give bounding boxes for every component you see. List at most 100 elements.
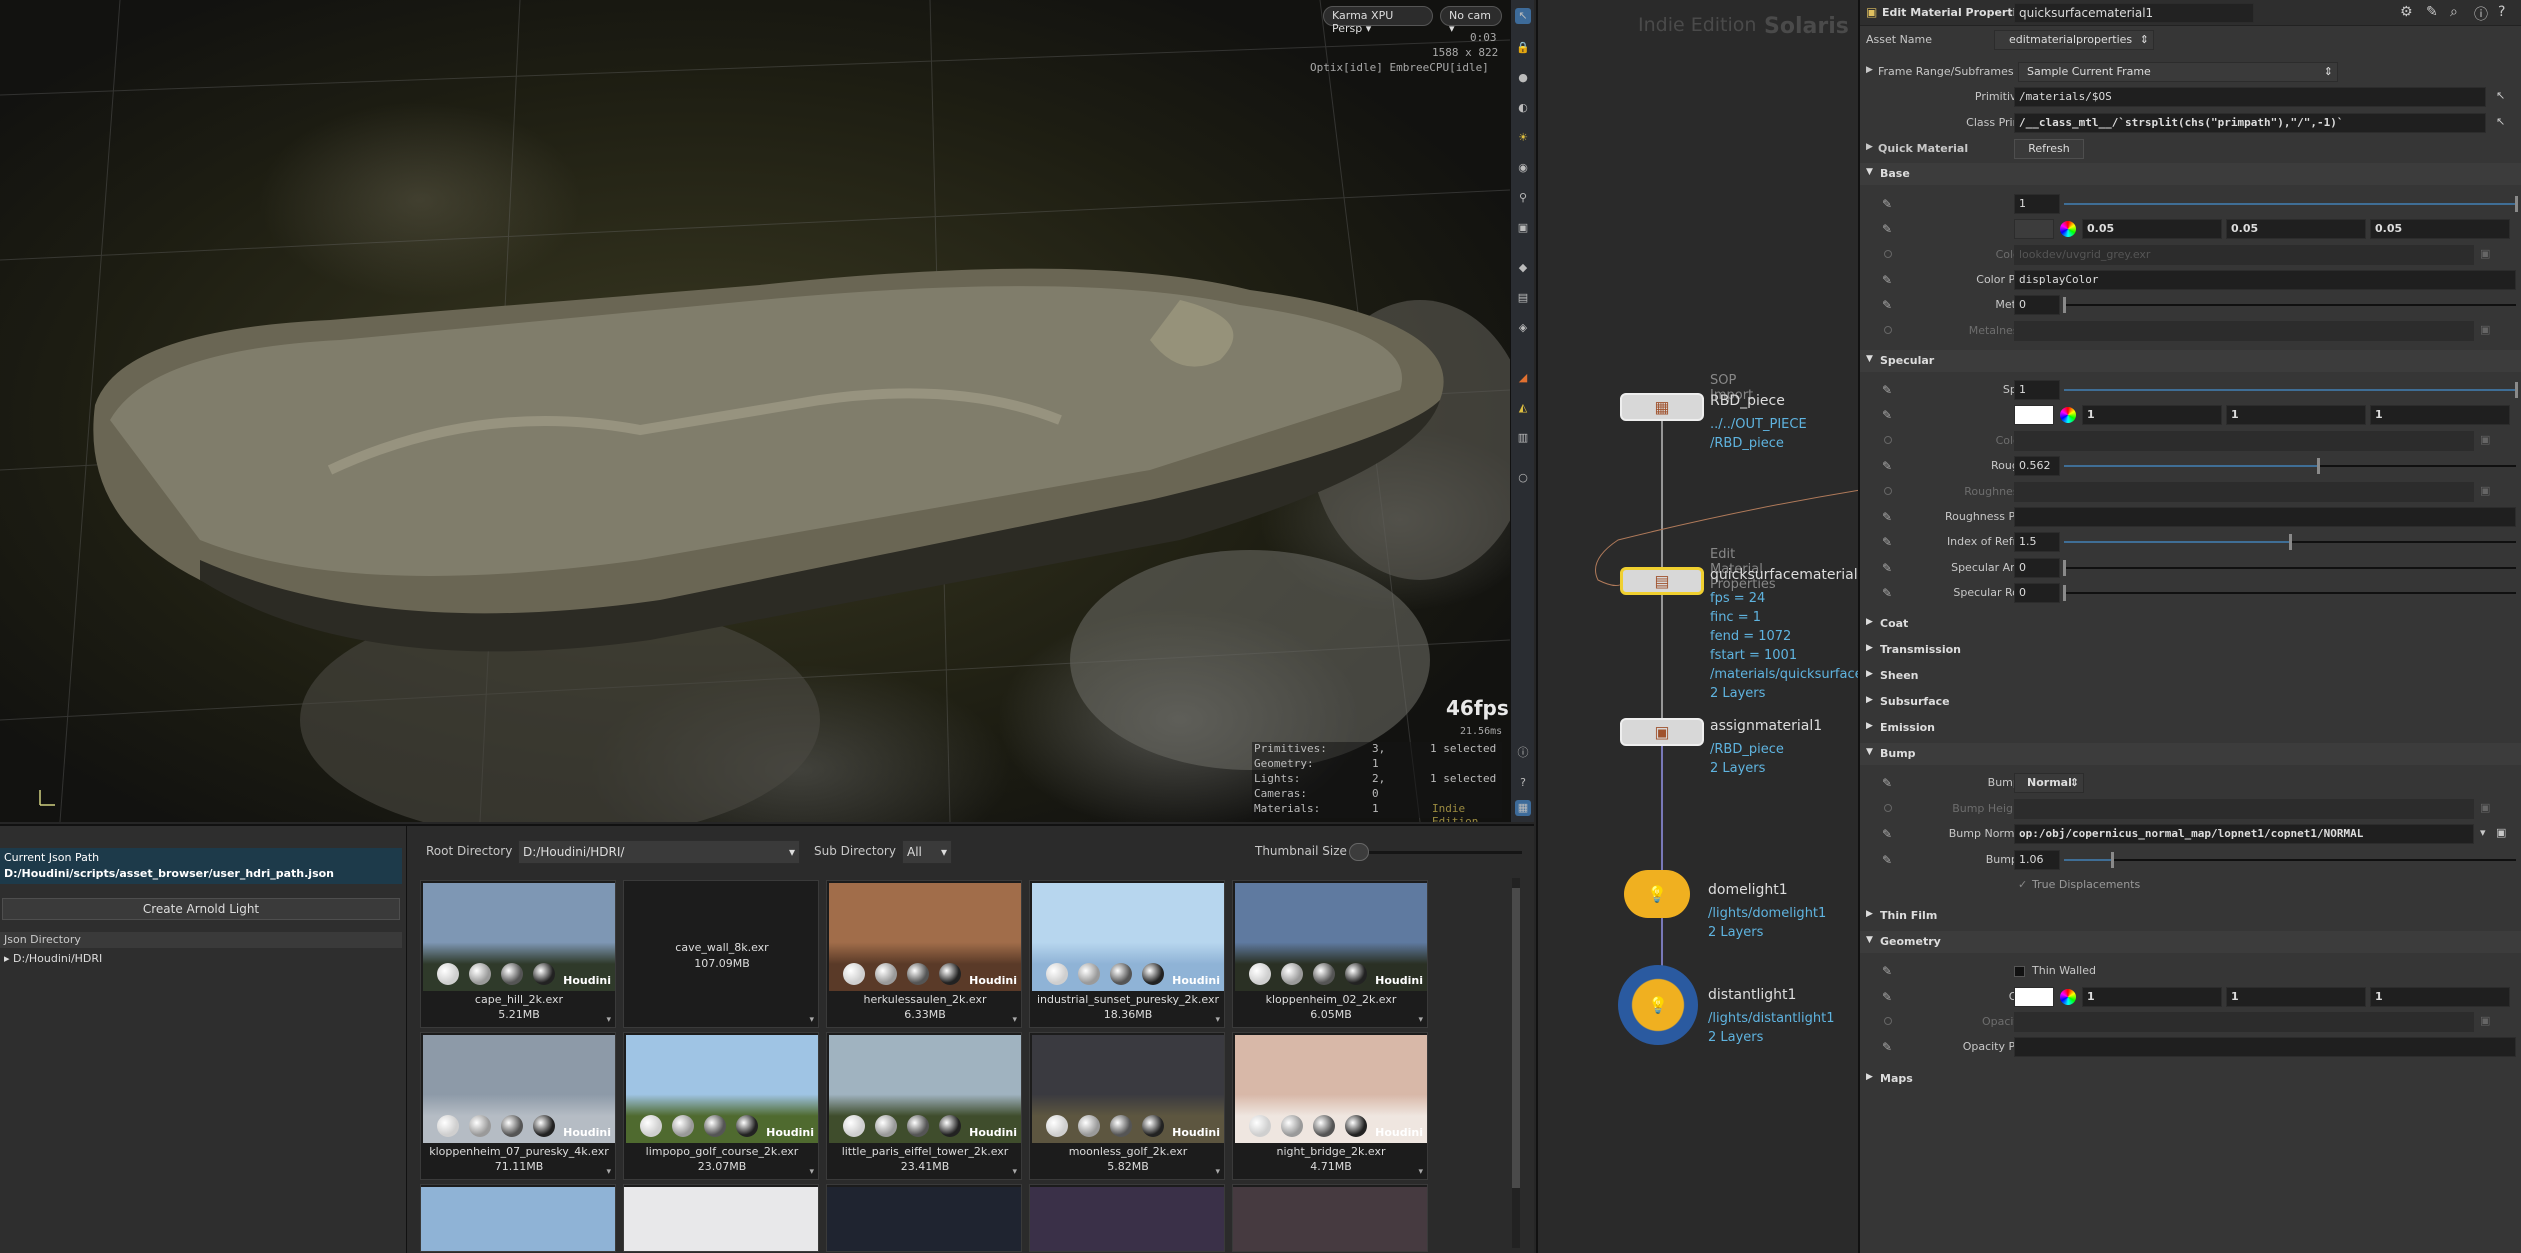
scroll-thumb[interactable] [1512,888,1520,1188]
edit-brush-icon[interactable]: ✎ [1882,408,1892,422]
renderer-menu[interactable]: Karma XPU Persp ▾ [1323,6,1433,35]
help-icon[interactable]: ? [1515,775,1531,791]
color-g-field[interactable]: 1 [2226,987,2366,1007]
class-prim-field[interactable]: /__class_mtl__/`strsplit(chs("primpath")… [2014,113,2486,133]
sub-dir-select[interactable]: All ▾ [902,840,952,864]
check-icon[interactable]: ✓ [2018,878,2027,891]
file-browse-icon[interactable]: ▣ [2480,484,2490,497]
color-g-field[interactable]: 0.05 [2226,219,2366,239]
file-browse-icon[interactable]: ▣ [2480,1014,2490,1027]
text-field[interactable]: displayColor [2014,270,2516,290]
edit-brush-icon[interactable]: ✎ [1882,197,1892,211]
section-bump[interactable]: ▼ Bump [1860,743,2521,765]
slider-handle[interactable] [2063,297,2066,313]
metalness-slider[interactable] [2063,297,2516,313]
shading-icon[interactable]: ◢ [1515,370,1531,386]
color-swatch[interactable] [2014,987,2054,1007]
hdri-thumbnail[interactable] [420,1184,616,1252]
hdri-thumbnail[interactable]: Houdini industrial_sunset_puresky_2k.exr 1… [1029,880,1225,1028]
map-field[interactable] [2014,1012,2474,1032]
slider-handle[interactable] [2515,196,2518,212]
roughness-slider[interactable] [2064,458,2516,474]
map-field[interactable] [2014,431,2474,451]
json-dir-item[interactable]: ▸ D:/Houdini/HDRI [4,952,102,965]
slider-handle[interactable] [2317,458,2321,474]
color-swatch[interactable] [2014,405,2054,425]
section-base[interactable]: ▼ Base [1860,163,2521,185]
camera-menu[interactable]: No cam ▾ [1440,6,1502,35]
asset-name-menu[interactable]: editmaterialproperties ⇕ [1994,30,2154,50]
collapse-icon[interactable]: ▶ [1866,142,1873,152]
bump-style-menu[interactable]: Normal ⇕ [2014,773,2084,793]
create-arnold-light-button[interactable]: Create Arnold Light [2,898,400,920]
chevron-down-icon[interactable]: ▾ [1418,1167,1423,1177]
collapse-icon[interactable]: ▶ [1866,65,1873,75]
map-field[interactable] [2014,321,2474,341]
color-r-field[interactable]: 0.05 [2082,219,2222,239]
slider-handle[interactable] [2063,585,2066,601]
hdri-thumbnail[interactable]: Houdini kloppenheim_02_2k.exr 6.05MB ▾ [1232,880,1428,1028]
edit-brush-icon[interactable]: ✎ [1882,561,1892,575]
background-icon[interactable]: ▥ [1515,430,1531,446]
slider-handle[interactable] [2063,560,2066,576]
edit-brush-icon[interactable]: ✎ [1882,586,1892,600]
edit-brush-icon[interactable]: ✎ [1882,853,1892,867]
lighting-icon[interactable]: ◭ [1515,400,1531,416]
section-thin_film[interactable]: ▶ Thin Film [1860,905,2521,927]
frame-range-menu[interactable]: Sample Current Frame ⇕ [2018,62,2338,82]
edit-brush-icon[interactable]: ✎ [1882,298,1892,312]
override-dot-icon[interactable] [1884,436,1892,444]
edit-brush-icon[interactable]: ✎ [1882,964,1892,978]
root-dir-select[interactable]: D:/Houdini/HDRI/ ▾ [518,840,800,864]
lock-icon[interactable]: 🔒 [1515,40,1531,56]
hdri-thumbnail[interactable]: Houdini cape_hill_2k.exr 5.21MB ▾ [420,880,616,1028]
hdri-thumbnail[interactable] [623,1184,819,1252]
edit-brush-icon[interactable]: ✎ [1882,990,1892,1004]
refresh-button[interactable]: Refresh [2014,139,2084,159]
hdri-thumbnail[interactable] [826,1184,1022,1252]
thumb-size-slider[interactable] [1349,843,1522,861]
spec-rotation-slider[interactable] [2063,585,2516,601]
sphere-icon[interactable]: ● [1515,70,1531,86]
file-browse-icon[interactable]: ▣ [2496,826,2506,839]
node-name[interactable]: domelight1 [1708,882,1788,898]
render-viewport[interactable]: Karma XPU Persp ▾ No cam ▾ 0:03 1588 x 8… [0,0,1510,822]
color-r-field[interactable]: 1 [2082,987,2222,1007]
pin-icon[interactable]: ⚲ [1515,190,1531,206]
ball-icon[interactable]: ○ [1515,470,1531,486]
edit-brush-icon[interactable]: ✎ [1882,827,1892,841]
camera-icon[interactable]: ◉ [1515,160,1531,176]
color-wheel-icon[interactable] [2060,989,2076,1005]
override-dot-icon[interactable] [1884,250,1892,258]
light-icon[interactable]: ☀ [1515,130,1531,146]
geometry-icon[interactable]: ◆ [1515,260,1531,276]
edit-brush-icon[interactable]: ✎ [1882,1040,1892,1054]
spec-aniso-slider[interactable] [2063,560,2516,576]
file-browse-icon[interactable]: ▣ [2480,801,2490,814]
spec-aniso-field[interactable]: 0 [2014,558,2060,578]
select-prim-icon[interactable]: ↖ [2496,89,2505,102]
edit-brush-icon[interactable]: ✎ [1882,776,1892,790]
base-slider[interactable] [2064,196,2518,212]
node-name-field[interactable]: quicksurfacematerial1 [2014,3,2254,23]
display-icon[interactable]: ▤ [1515,290,1531,306]
node-name[interactable]: assignmaterial1 [1710,718,1822,734]
thin-walled-checkbox[interactable] [2014,966,2025,977]
gear-icon[interactable]: ⚙ [2400,4,2413,20]
edit-brush-icon[interactable]: ✎ [1882,535,1892,549]
override-dot-icon[interactable] [1884,487,1892,495]
chevron-down-icon[interactable]: ▾ [1215,1015,1220,1025]
color-r-field[interactable]: 1 [2082,405,2222,425]
bump-scale-slider[interactable] [2064,852,2516,868]
node-body[interactable]: 💡 [1624,870,1690,918]
color-wheel-icon[interactable] [2060,407,2076,423]
hdri-thumbnail[interactable]: Houdini limpopo_golf_course_2k.exr 23.07MB… [623,1032,819,1180]
slider-handle[interactable] [2515,382,2518,398]
chevron-down-icon[interactable]: ▾ [1012,1015,1017,1025]
override-dot-icon[interactable] [1884,326,1892,334]
hdri-thumbnail[interactable]: Houdini little_paris_eiffel_tower_2k.exr 2… [826,1032,1022,1180]
color-g-field[interactable]: 1 [2226,405,2366,425]
hdri-thumbnail[interactable]: Houdini kloppenheim_07_puresky_4k.exr 71.1… [420,1032,616,1180]
specular-slider[interactable] [2064,382,2518,398]
render-icon[interactable]: ◈ [1515,320,1531,336]
